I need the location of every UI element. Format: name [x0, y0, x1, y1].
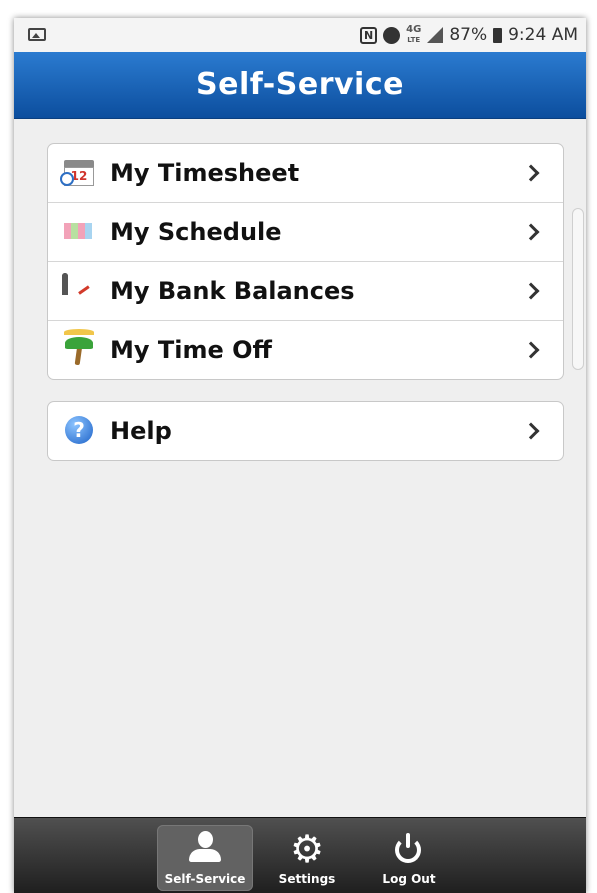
- menu-item-help[interactable]: ? Help: [48, 402, 563, 460]
- bottom-tab-bar: Self-Service ⚙ Settings Log Out: [14, 817, 586, 893]
- tab-log-out[interactable]: Log Out: [361, 825, 457, 891]
- phone-screen: N 4G LTE 87% 9:24 AM Self-Service 12 My: [14, 18, 586, 893]
- tab-label: Self-Service: [164, 872, 246, 886]
- page-title: Self-Service: [196, 67, 404, 102]
- network-type-label: 4G: [406, 24, 422, 35]
- status-bar: N 4G LTE 87% 9:24 AM: [14, 18, 586, 52]
- menu-item-label: Help: [110, 417, 172, 445]
- menu-item-label: My Time Off: [110, 336, 272, 364]
- tab-settings[interactable]: ⚙ Settings: [259, 825, 355, 891]
- menu-item-my-timesheet[interactable]: 12 My Timesheet: [48, 144, 563, 203]
- nfc-icon: N: [360, 26, 378, 44]
- chevron-right-icon: [522, 223, 540, 241]
- alarm-icon: [383, 26, 401, 44]
- user-icon: [188, 831, 222, 865]
- self-service-menu: 12 My Timesheet My Schedule My Bank Bala…: [47, 143, 564, 380]
- help-icon: ?: [62, 416, 98, 446]
- chevron-right-icon: [522, 164, 540, 182]
- palm-tree-icon: [62, 329, 98, 366]
- network-type-icon: 4G LTE: [406, 25, 421, 45]
- power-icon: [395, 833, 423, 863]
- tab-self-service[interactable]: Self-Service: [157, 825, 253, 891]
- menu-item-my-bank-balances[interactable]: My Bank Balances: [48, 262, 563, 321]
- gear-icon: ⚙: [289, 827, 325, 871]
- battery-percent: 87%: [449, 25, 488, 45]
- menu-item-my-time-off[interactable]: My Time Off: [48, 321, 563, 379]
- chevron-right-icon: [522, 422, 540, 440]
- clock-time: 9:24 AM: [508, 25, 578, 45]
- chevron-right-icon: [522, 282, 540, 300]
- schedule-grid-icon: [62, 217, 98, 247]
- signal-icon: [427, 27, 444, 43]
- chevron-right-icon: [522, 341, 540, 359]
- help-glyph: ?: [65, 416, 93, 444]
- scroll-handle[interactable]: [572, 208, 584, 370]
- image-notification-icon: [28, 28, 46, 41]
- help-menu: ? Help: [47, 401, 564, 461]
- tab-label: Settings: [278, 872, 336, 886]
- menu-item-my-schedule[interactable]: My Schedule: [48, 203, 563, 262]
- battery-icon: [493, 27, 503, 43]
- network-sub-label: LTE: [407, 36, 421, 44]
- menu-item-label: My Schedule: [110, 218, 282, 246]
- gauge-icon: [62, 273, 98, 306]
- menu-item-label: My Timesheet: [110, 159, 300, 187]
- status-icons: N 4G LTE 87% 9:24 AM: [360, 24, 578, 46]
- app-header: Self-Service: [14, 52, 586, 119]
- tab-label: Log Out: [382, 872, 436, 886]
- calendar-clock-icon: 12: [60, 158, 98, 188]
- menu-item-label: My Bank Balances: [110, 277, 355, 305]
